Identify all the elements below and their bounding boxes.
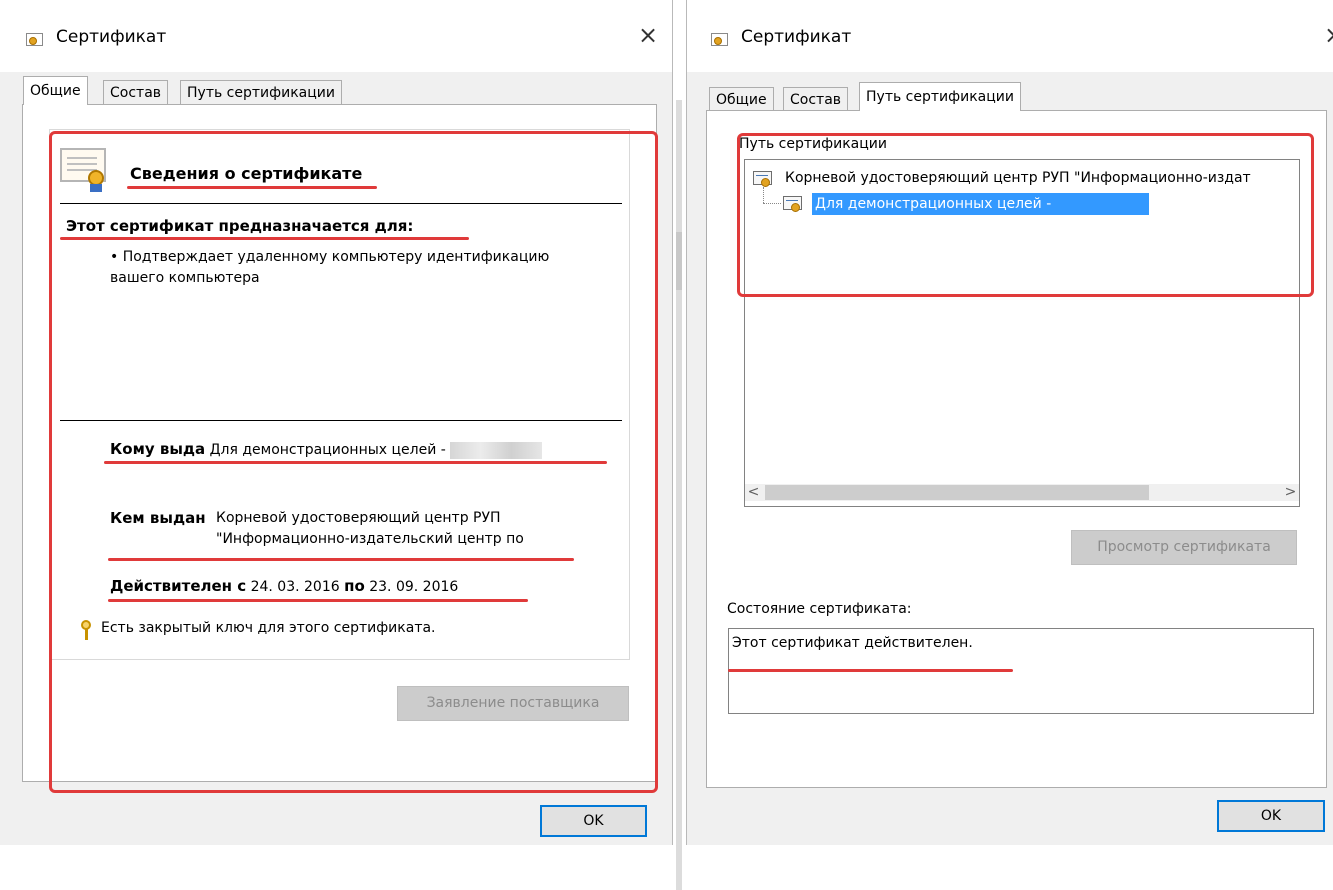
certificate-large-icon <box>60 148 112 192</box>
tree-item-child-label: Для демонстрационных целей - <box>815 196 1052 212</box>
tree-connector <box>763 203 781 204</box>
ok-button[interactable]: OK <box>540 805 647 837</box>
divider <box>60 203 622 204</box>
scroll-left-button[interactable]: < <box>745 484 762 501</box>
key-icon <box>80 620 92 640</box>
issued-to-label: Кому выда <box>110 440 206 458</box>
background-strip <box>676 100 682 890</box>
view-certificate-button[interactable]: Просмотр сертификата <box>1071 530 1297 565</box>
tab-certification-path[interactable]: Путь сертификации <box>859 82 1021 111</box>
purpose-heading: Этот сертификат предназначается для: <box>66 217 414 235</box>
purpose-item: • Подтверждает удаленному компьютеру иде… <box>110 249 550 265</box>
certificate-dialog-general: Сертификат × Общие Состав Путь сертифика… <box>0 0 673 845</box>
valid-to-label: по <box>344 577 365 595</box>
validity-row: Действителен с 24. 03. 2016 по 23. 09. 2… <box>110 577 458 595</box>
purpose-item-continuation: вашего компьютера <box>110 270 260 286</box>
tab-general[interactable]: Общие <box>709 87 774 111</box>
horizontal-scrollbar[interactable]: < > <box>745 484 1299 501</box>
scroll-thumb[interactable] <box>765 485 1149 500</box>
highlight-underline <box>104 461 607 464</box>
scroll-right-button[interactable]: > <box>1282 484 1299 501</box>
close-button[interactable]: × <box>1319 20 1333 50</box>
tab-certification-path[interactable]: Путь сертификации <box>180 80 342 104</box>
path-group-label: Путь сертификации <box>739 136 890 152</box>
ok-button[interactable]: OK <box>1217 800 1325 832</box>
redacted-name <box>450 441 543 459</box>
window-title: Сертификат <box>741 27 852 47</box>
highlight-underline <box>108 599 528 602</box>
background-strip <box>676 232 682 290</box>
tab-general[interactable]: Общие <box>23 76 88 105</box>
valid-from-label: Действителен с <box>110 577 247 595</box>
highlight-underline <box>127 186 377 189</box>
issued-by-value-continuation: "Информационно-издательский центр по <box>216 531 524 547</box>
valid-to-value: 23. 09. 2016 <box>369 579 459 595</box>
tree-item-root[interactable]: Корневой удостоверяющий центр РУП "Инфор… <box>785 170 1251 186</box>
certificate-dialog-path: Сертификат × Общие Состав Путь сертифика… <box>686 0 1333 845</box>
close-button[interactable]: × <box>633 20 663 50</box>
certificate-title-icon <box>26 33 43 46</box>
certificate-status-label: Состояние сертификата: <box>727 601 912 617</box>
title-bar: Сертификат × <box>687 0 1333 72</box>
divider <box>60 420 622 421</box>
certificate-info-heading: Сведения о сертификате <box>130 164 363 183</box>
root-certificate-icon <box>753 170 773 187</box>
certificate-status-text: Этот сертификат действителен. <box>732 635 973 651</box>
title-bar: Сертификат × <box>0 0 672 72</box>
window-title: Сертификат <box>56 27 167 47</box>
tree-item-selected[interactable]: Для демонстрационных целей - <box>812 193 1149 215</box>
highlight-underline <box>728 669 1013 672</box>
tree-connector <box>763 187 764 203</box>
child-certificate-icon <box>783 195 803 212</box>
issued-to-row: Кому выда Для демонстрационных целей - <box>110 440 543 459</box>
issued-to-value: Для демонстрационных целей - <box>209 442 446 458</box>
certificate-title-icon <box>711 33 728 46</box>
highlight-underline <box>60 237 469 240</box>
valid-from-value: 24. 03. 2016 <box>250 579 340 595</box>
issuer-statement-button[interactable]: Заявление поставщика <box>397 686 629 721</box>
issued-by-value: Корневой удостоверяющий центр РУП <box>216 510 501 526</box>
issued-by-label: Кем выдан <box>110 509 206 527</box>
tab-details[interactable]: Состав <box>103 80 169 104</box>
private-key-note: Есть закрытый ключ для этого сертификата… <box>101 620 436 636</box>
tab-details[interactable]: Состав <box>783 87 849 111</box>
highlight-underline <box>108 558 574 561</box>
